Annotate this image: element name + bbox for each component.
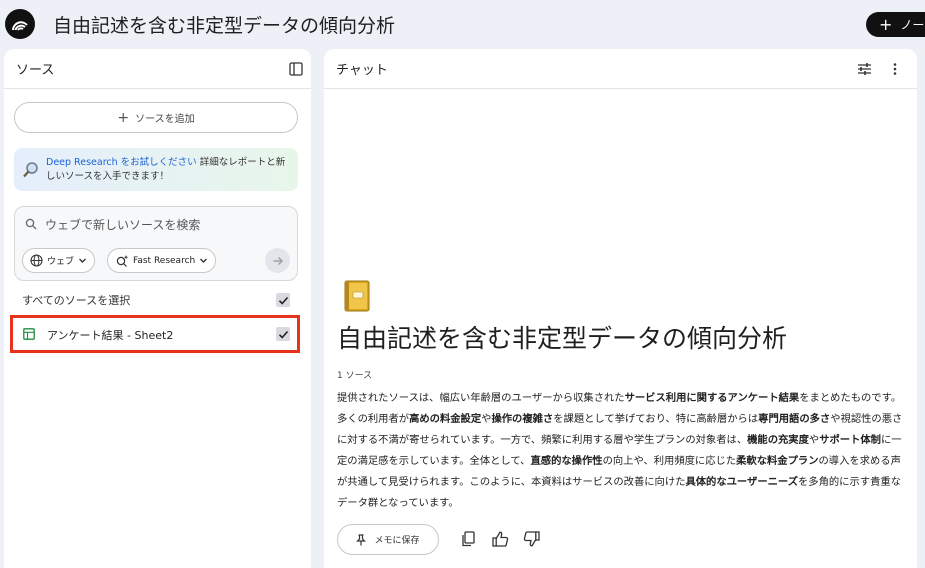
thumb-up-icon[interactable] — [492, 531, 509, 547]
add-source-button[interactable]: + ソースを追加 — [14, 102, 298, 133]
chat-panel: チャット 自由記述を含む非定型データの傾向分析 1 ソース 提供されたソースは、… — [324, 49, 917, 568]
promo-text-inline: 詳細なレポートと新 — [199, 156, 286, 168]
tune-icon[interactable] — [857, 62, 872, 76]
select-all-label: すべてのソースを選択 — [22, 294, 131, 307]
new-note-label: ノート — [900, 18, 925, 32]
promo-text-line2: しいソースを入手できます！ — [46, 170, 170, 182]
sources-panel: ソース + ソースを追加 Deep Research をお試しください 詳細なレ… — [4, 49, 311, 568]
source-item-name: アンケート結果 - Sheet2 — [47, 329, 174, 342]
chevron-down-icon — [79, 258, 87, 263]
web-source-dropdown[interactable]: ウェブ — [22, 248, 96, 273]
magnifier-icon — [23, 161, 38, 177]
more-vert-icon[interactable] — [892, 62, 898, 76]
notebooklm-logo-icon[interactable] — [5, 9, 35, 39]
sheet-icon — [23, 328, 35, 340]
plus-icon: + — [879, 14, 893, 34]
search-icon — [25, 218, 37, 230]
thumb-down-icon[interactable] — [523, 531, 540, 547]
pin-icon — [356, 533, 367, 545]
notebook-summary: 提供されたソースは、幅広い年齢層のユーザーから収集されたサービス利用に関するアン… — [337, 392, 903, 509]
notebook-title: 自由記述を含む非定型データの傾向分析 — [337, 324, 788, 353]
save-to-note-button[interactable]: メモに保存 — [337, 524, 439, 555]
chat-title: チャット — [336, 63, 388, 78]
add-source-label: ソースを追加 — [135, 114, 195, 125]
arrow-right-icon — [273, 256, 283, 265]
submit-search-button[interactable] — [265, 248, 290, 273]
search-input[interactable]: ウェブで新しいソースを検索 — [21, 213, 291, 235]
chat-header: チャット — [324, 49, 917, 89]
web-chip-label: ウェブ — [47, 257, 75, 267]
notebook-emoji-icon — [344, 280, 370, 312]
research-mode-dropdown[interactable]: Fast Research — [107, 248, 217, 273]
new-note-button[interactable]: + ノート — [866, 12, 925, 37]
search-placeholder: ウェブで新しいソースを検索 — [45, 217, 201, 232]
source-item-checkbox[interactable] — [276, 327, 290, 341]
sources-title: ソース — [16, 63, 55, 78]
deep-research-promo: Deep Research をお試しください 詳細なレポートと新 しいソースを入… — [14, 148, 298, 191]
web-search-box: ウェブで新しいソースを検索 ウェブ Fast Research — [14, 206, 298, 281]
save-note-label: メモに保存 — [374, 536, 420, 546]
check-icon — [278, 296, 288, 305]
globe-icon — [30, 254, 43, 267]
research-chip-label: Fast Research — [133, 255, 196, 266]
panel-toggle-icon[interactable] — [289, 62, 303, 76]
copy-icon[interactable] — [461, 531, 475, 547]
notebook-name[interactable]: 自由記述を含む非定型データの傾向分析 — [53, 11, 395, 38]
deep-research-link[interactable]: Deep Research をお試しください — [46, 157, 197, 168]
source-count: 1 ソース — [337, 371, 373, 381]
top-bar: 自由記述を含む非定型データの傾向分析 + ノート — [0, 0, 925, 48]
select-all-checkbox[interactable] — [276, 293, 290, 307]
plus-icon: + — [117, 109, 130, 126]
promo-text: Deep Research をお試しください 詳細なレポートと新 しいソースを入… — [46, 156, 285, 184]
check-icon — [278, 330, 288, 339]
sources-header: ソース — [4, 49, 311, 89]
source-item[interactable]: アンケート結果 - Sheet2 — [10, 315, 300, 353]
sparkle-search-icon — [116, 255, 129, 267]
chevron-down-icon — [200, 258, 208, 263]
